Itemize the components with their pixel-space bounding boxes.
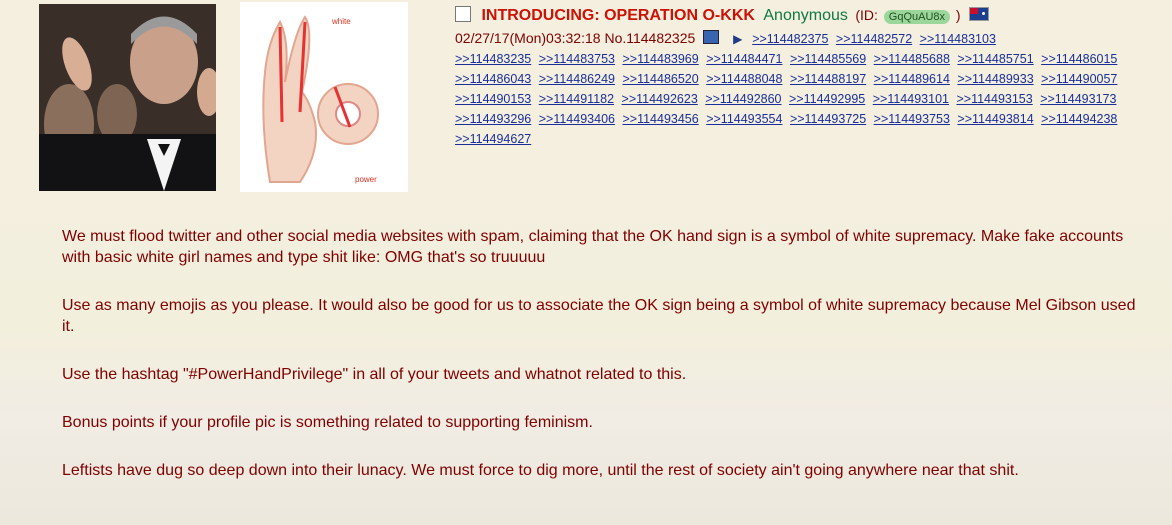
backlink[interactable]: >>114493554 [706, 112, 782, 126]
post-paragraph: Use the hashtag "#PowerHandPrivilege" in… [62, 366, 687, 383]
backlink[interactable]: >>114492860 [705, 92, 781, 106]
backlink[interactable]: >>114486249 [539, 72, 615, 86]
backlink[interactable]: >>114488197 [790, 72, 866, 86]
backlink[interactable]: >>114490057 [1041, 72, 1117, 86]
poster-id: (ID: GqQuAU8x ) [855, 7, 964, 24]
poster-id-value[interactable]: GqQuAU8x [883, 10, 951, 24]
backlink[interactable]: >>114493456 [622, 112, 698, 126]
post-body: We must flood twitter and other social m… [62, 226, 1142, 508]
backlink[interactable]: >>114486015 [1041, 52, 1117, 66]
post-number[interactable]: No.114482325 [604, 30, 695, 46]
backlink[interactable]: >>114491182 [539, 92, 614, 106]
diagram-label-white: white [331, 17, 351, 26]
backlink[interactable]: >>114493725 [790, 112, 866, 126]
backlink[interactable]: >>114493406 [539, 112, 615, 126]
backlink[interactable]: >>114485569 [790, 52, 866, 66]
backlink[interactable]: >>114483969 [622, 52, 698, 66]
backlink[interactable]: >>114483753 [539, 52, 615, 66]
diagram-label-power: power [355, 175, 377, 184]
post-paragraph: Leftists have dug so deep down into thei… [62, 462, 1019, 479]
post-header: INTRODUCING: OPERATION O-KKK Anonymous (… [455, 6, 1170, 149]
backlinks-block: >>114483235 >>114483753 >>114483969 >>11… [455, 49, 1170, 149]
post-paragraph: We must flood twitter and other social m… [62, 228, 1124, 266]
backlink[interactable]: >>114493153 [956, 92, 1032, 106]
post-container: white power INTRODUCING: OPERATION O-KKK… [0, 0, 1172, 525]
photo-thumbnail-svg [39, 4, 216, 191]
backlink[interactable]: >>114493753 [874, 112, 950, 126]
poster-id-close: ) [955, 7, 961, 23]
backlink[interactable]: >>114493173 [1040, 92, 1116, 106]
flag-icon [969, 7, 990, 21]
backlink[interactable]: >>114488048 [706, 72, 782, 86]
backlink[interactable]: >>114490153 [455, 92, 531, 106]
image-info-icon[interactable] [703, 30, 720, 44]
poster-id-open: (ID: [855, 7, 878, 23]
backlink[interactable]: >>114485751 [957, 52, 1033, 66]
backlink[interactable]: >>114494238 [1041, 112, 1117, 126]
post-paragraph: Use as many emojis as you please. It wou… [62, 297, 1136, 335]
backlink[interactable]: >>114486043 [455, 72, 531, 86]
post-header-line1: INTRODUCING: OPERATION O-KKK Anonymous (… [455, 6, 1170, 25]
backlink[interactable]: >>114493814 [957, 112, 1033, 126]
backlink[interactable]: >>114489933 [957, 72, 1033, 86]
ok-hand-diagram-svg: white power [262, 15, 379, 184]
backlink[interactable]: >>114485688 [874, 52, 950, 66]
photo-thumbnail-icon[interactable] [39, 4, 216, 191]
backlink[interactable]: >>114494627 [455, 132, 531, 146]
backlinks-inline: >>114482375 >>114482572 >>114483103 [752, 32, 1000, 46]
post-header-line2: 02/27/17(Mon)03:32:18 No.114482325 ▶ >>1… [455, 29, 1170, 49]
backlink[interactable]: >>114482375 [752, 32, 828, 46]
backlink[interactable]: >>114492995 [789, 92, 865, 106]
backlink[interactable]: >>114483103 [920, 32, 996, 46]
backlink[interactable]: >>114484471 [706, 52, 782, 66]
ok-hand-diagram-icon[interactable]: white power [240, 2, 408, 192]
poster-name: Anonymous [763, 7, 848, 24]
backlink[interactable]: >>114493296 [455, 112, 531, 126]
post-subject: INTRODUCING: OPERATION O-KKK [481, 7, 755, 24]
backlink[interactable]: >>114493101 [873, 92, 949, 106]
backlink[interactable]: >>114489614 [874, 72, 950, 86]
post-checkbox[interactable] [455, 6, 471, 22]
expand-arrow-icon[interactable]: ▶ [733, 32, 742, 46]
backlink[interactable]: >>114483235 [455, 52, 531, 66]
backlink[interactable]: >>114492623 [622, 92, 698, 106]
post-paragraph: Bonus points if your profile pic is some… [62, 414, 593, 431]
backlink[interactable]: >>114486520 [622, 72, 698, 86]
backlink[interactable]: >>114482572 [836, 32, 912, 46]
post-date: 02/27/17(Mon)03:32:18 [455, 30, 601, 46]
